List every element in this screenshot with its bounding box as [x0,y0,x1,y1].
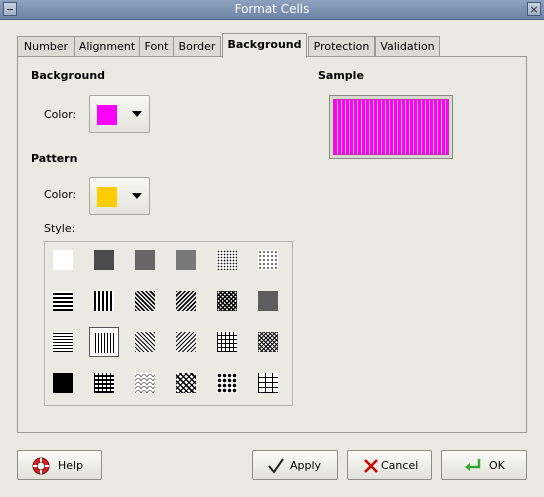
pattern-swatch-thin-grid [217,332,237,352]
pattern-swatch-weave [94,373,114,393]
pattern-swatch-thick-horizontal [53,291,73,311]
sample-preview [329,95,453,159]
window-title: Format Cells [234,2,310,16]
help-button-label: Help [58,459,84,472]
pattern-heading: Pattern [31,152,78,165]
pattern-style-trellis[interactable] [171,368,201,398]
pattern-style-thin-crosshatch[interactable] [253,327,283,357]
background-color-label: Color: [44,108,77,121]
title-bar: Format Cells [0,0,544,20]
ok-button-label: OK [489,459,505,472]
pattern-style-thin-diagonal-down[interactable] [130,327,160,357]
pattern-style-thick-crosshatch[interactable] [253,286,283,316]
pattern-style-dots-50[interactable] [171,245,201,275]
pattern-style-circles[interactable] [212,368,242,398]
tab-alignment[interactable]: Alignment [74,36,140,56]
pattern-swatch-thin-horizontal [53,332,73,352]
pattern-swatch-trellis [176,373,196,393]
lifebuoy-icon [32,457,50,475]
tab-background[interactable]: Background [222,33,307,58]
pattern-swatch-thick-vertical [94,291,114,311]
tab-number[interactable]: Number [17,36,75,56]
pattern-style-thin-diagonal-up[interactable] [171,327,201,357]
pattern-color-button[interactable] [89,177,150,215]
pattern-style-thin-vertical[interactable] [89,327,119,357]
cancel-button-label: Cancel [381,459,419,472]
pattern-swatch-dots-50 [176,250,196,270]
pattern-swatch-solid-black [53,373,73,393]
chevron-down-icon [132,111,142,117]
pattern-swatch-thick-diagonal-up [176,291,196,311]
pattern-swatch-thin-crosshatch [258,332,278,352]
pattern-swatch-thick-grid [217,291,237,311]
pattern-swatch-dots-12 [258,250,278,270]
pattern-style-bricks[interactable] [253,368,283,398]
pattern-swatch-thick-crosshatch [258,291,278,311]
pattern-color-swatch [97,187,117,207]
pattern-style-dots-12[interactable] [253,245,283,275]
pattern-swatch-circles [217,373,237,393]
pattern-style-grid [44,241,293,406]
pattern-style-thin-grid[interactable] [212,327,242,357]
tab-validation[interactable]: Validation [375,36,440,56]
pattern-swatch-thin-vertical [95,333,115,353]
pattern-style-solid-black[interactable] [48,368,78,398]
ok-button[interactable]: OK [441,450,527,480]
pattern-swatch-bricks [258,373,278,393]
tab-protection[interactable]: Protection [308,36,375,56]
pattern-style-dots-25[interactable] [212,245,242,275]
pattern-style-thick-horizontal[interactable] [48,286,78,316]
help-button[interactable]: Help [17,450,102,480]
pattern-style-thick-vertical[interactable] [89,286,119,316]
close-window-icon[interactable] [527,2,541,16]
pattern-swatch-thick-diagonal-down [135,291,155,311]
pattern-swatch-dense-dots-90 [94,250,114,270]
pattern-swatch-scales [135,373,155,393]
pattern-style-label: Style: [44,222,76,235]
cancel-x-icon [364,459,378,473]
sample-heading: Sample [318,69,364,82]
pattern-swatch-thin-diagonal-down [135,332,155,352]
background-color-swatch [97,105,117,125]
chevron-down-icon [132,193,142,199]
pattern-color-label: Color: [44,188,77,201]
pattern-swatch-thin-diagonal-up [176,332,196,352]
pattern-swatch-solid-white [53,250,73,270]
apply-button[interactable]: Apply [252,450,338,480]
pattern-style-thick-grid[interactable] [212,286,242,316]
apply-button-label: Apply [290,459,322,472]
pattern-style-scales[interactable] [130,368,160,398]
pattern-style-thin-horizontal[interactable] [48,327,78,357]
tab-font[interactable]: Font [139,36,174,56]
pattern-style-thick-diagonal-up[interactable] [171,286,201,316]
background-color-button[interactable] [89,95,150,133]
checkmark-icon [268,458,284,474]
tab-border[interactable]: Border [173,36,221,56]
return-arrow-icon [465,459,481,471]
pattern-swatch-dense-dots-75 [135,250,155,270]
pattern-style-dense-dots-75[interactable] [130,245,160,275]
pattern-style-solid-white[interactable] [48,245,78,275]
sample-fill [333,99,449,155]
pattern-style-dense-dots-90[interactable] [89,245,119,275]
pattern-style-weave[interactable] [89,368,119,398]
pattern-swatch-dots-25 [217,250,237,270]
pattern-style-thick-diagonal-down[interactable] [130,286,160,316]
cancel-button[interactable]: Cancel [347,450,432,480]
background-heading: Background [31,69,106,82]
